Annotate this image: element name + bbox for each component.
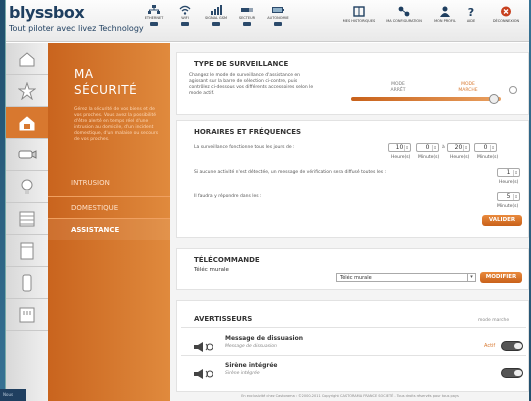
sidebar-item-security[interactable] [6,107,48,139]
avertisseur-name: Sirène intégrée [225,362,278,369]
horaires-row3-label: Il faudra y répondre dans les : [194,194,262,199]
sidebar-item-favorites[interactable] [6,75,48,107]
shutter-icon [19,211,35,226]
nav-logout[interactable]: DÉCONNEXION [489,6,523,23]
menu-domestique[interactable]: DOMESTIQUE [48,196,170,218]
unit-minutes: Minute(s) [477,155,499,160]
unit-hours: Heure(s) [450,155,470,160]
sidebar [6,43,48,401]
menu-intrusion[interactable]: INTRUSION [48,172,170,194]
sidebar-item-lighting[interactable] [6,171,48,203]
unit-hours: Heure(s) [391,155,411,160]
nav-history[interactable]: MES HISTORIQUES [342,6,376,23]
unit-hours: Heure(s) [499,180,519,185]
power-status: SECTEUR [231,5,263,37]
telecommande-label: Téléc murale [194,267,229,273]
nav-config[interactable]: MA CONFIGURATION [384,6,424,23]
divider [181,327,526,328]
signal-icon [211,5,222,15]
config-icon [398,6,410,17]
modify-button[interactable]: MODIFIER [480,272,522,283]
home-icon [19,51,35,66]
nav-help[interactable]: ? AIDE [464,6,478,23]
help-icon: ? [468,6,474,17]
verification-hours-input[interactable]: 1 ⇕ [497,168,520,177]
sidebar-item-camera[interactable] [6,139,48,171]
sidebar-item-devices[interactable] [6,267,48,299]
corner-tab[interactable]: Nous [0,389,26,401]
reply-minutes-input[interactable]: 5 ⇕ [497,192,520,201]
logout-icon [501,6,511,17]
battery-status: AUTONOMIE [262,5,294,37]
profile-icon [440,6,450,17]
bulb-icon [21,179,33,194]
horaires-title: HORAIRES ET FRÉQUENCES [194,128,302,136]
menu-assistance[interactable]: ASSISTANCE [48,218,170,240]
footer: En exclusivité chez Castorama : ©2000-20… [170,392,529,401]
sidebar-item-shutters[interactable] [6,203,48,235]
sidebar-item-energy[interactable] [6,299,48,331]
power-plug-icon [19,307,35,322]
app-window: blyssbox Tout piloter avec livez Technol… [5,0,529,401]
chevron-down-icon: ▾ [467,274,475,281]
mode-off-label: MODE ARRÊT [390,82,406,93]
panel-title: MA SÉCURITÉ [74,67,138,97]
avertisseur-status: Actif [484,343,496,349]
surveillance-title: TYPE DE SURVEILLANCE [194,60,289,68]
unit-minutes: Minute(s) [418,155,440,160]
ethernet-icon [148,5,160,14]
logo: blyssbox [9,3,85,22]
horaires-row2-label: Si aucune activité n'est détectée, un me… [194,170,387,175]
power-toggle-icon[interactable] [509,86,517,94]
camera-icon [18,149,37,159]
to-separator: à [442,145,445,150]
surveillance-description: Changez le mode de surveillance d'assist… [189,73,314,96]
nav-profile[interactable]: MON PROFIL [433,6,457,23]
telecommande-title: TÉLÉCOMMANDE [194,256,260,264]
history-icon [353,6,365,17]
validate-button[interactable]: VALIDER [482,215,522,226]
header: blyssbox Tout piloter avec livez Technol… [6,0,529,42]
door-icon [20,242,34,259]
avertisseur-toggle[interactable] [501,341,523,351]
avertisseur-sub: Sirène intégrée [225,371,260,376]
siren-icon [193,365,214,384]
avertisseur-toggle[interactable] [501,368,523,378]
mode-slider-handle[interactable] [489,94,499,104]
ethernet-status: ETHERNET [138,5,170,37]
horaires-row1-label: La surveillance fonctionne tous les jour… [194,145,295,150]
from-minute-input[interactable]: 0 ⇕ [416,143,439,152]
tagline: Tout piloter avec livez Technology [9,24,144,33]
wifi-icon [179,5,191,15]
panel-description: Gérez la sécurité de vos biens et de vos… [74,107,159,142]
horaires-section [176,120,529,238]
sidebar-item-home[interactable] [6,43,48,75]
avertisseurs-title: AVERTISSEURS [194,315,253,323]
to-hour-input[interactable]: 20 ⇕ [447,143,470,152]
security-house-icon [19,115,35,130]
unit-minutes: Minute(s) [497,204,519,209]
star-icon [18,81,36,100]
avertisseur-name: Message de dissuasion [225,335,303,342]
to-minute-input[interactable]: 0 ⇕ [474,143,497,152]
svg-text:?: ? [468,6,474,17]
signal-status: SIGNAL GSM [200,5,232,37]
power-icon [241,8,253,12]
mode-marche-label: mode marche [478,318,510,323]
avertisseur-sub: Message de dissuasion [225,344,277,349]
telecommande-select[interactable]: Téléc murale ▾ [336,273,476,282]
sidebar-item-gates[interactable] [6,235,48,267]
battery-icon [272,7,284,13]
divider [181,355,526,356]
from-hour-input[interactable]: 10 ⇕ [388,143,411,152]
mode-on-label: MODE MARCHE [458,82,478,93]
mode-slider-track[interactable] [351,97,501,101]
device-icon [22,274,32,291]
wifi-status: WIFI [169,5,201,37]
